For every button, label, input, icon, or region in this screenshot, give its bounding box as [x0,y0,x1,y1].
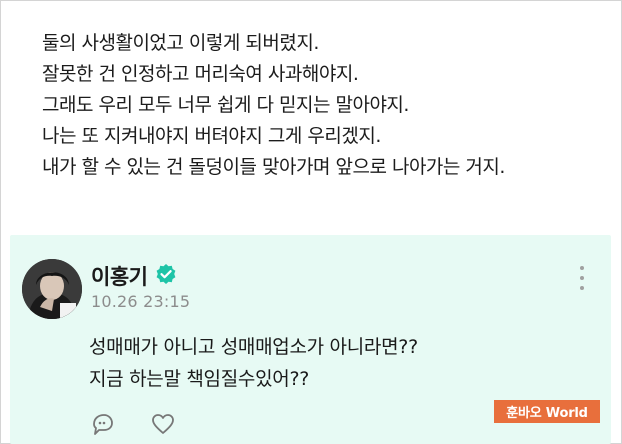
more-vertical-icon[interactable] [570,263,594,293]
reply-icon[interactable] [90,411,116,437]
watermark: 훈바오 World [494,400,600,423]
dot [580,266,584,270]
post-line: 잘못한 건 인정하고 머리숙여 사과해야지. [42,63,359,85]
dot [580,286,584,290]
avatar[interactable] [22,259,82,319]
post-text: 둘의 사생활이었고 이렇게 되버렸지. 잘못한 건 인정하고 머리숙여 사과해야… [42,28,505,183]
timestamp: 10.26 23:15 [91,292,191,311]
reply-body: 성매매가 아니고 성매매업소가 아니라면?? 지금 하는말 책임질수있어?? [89,331,418,395]
avatar-photo [22,259,82,319]
reply-line: 성매매가 아니고 성매매업소가 아니라면?? [89,336,418,358]
post-line: 내가 할 수 있는 건 돌덩이들 맞아가며 앞으로 나아가는 거지. [42,156,505,178]
dot [580,276,584,280]
post-line: 그래도 우리 모두 너무 쉽게 다 믿지는 말아야지. [42,94,409,116]
author-name[interactable]: 이홍기 [91,261,148,291]
action-bar [90,411,176,437]
post-line: 둘의 사생활이었고 이렇게 되버렸지. [42,32,319,54]
verified-badge-icon [156,264,176,284]
reply-line: 지금 하는말 책임질수있어?? [89,368,310,390]
post-line: 나는 또 지켜내야지 버텨야지 그게 우리겠지. [42,125,381,147]
heart-icon[interactable] [150,411,176,437]
